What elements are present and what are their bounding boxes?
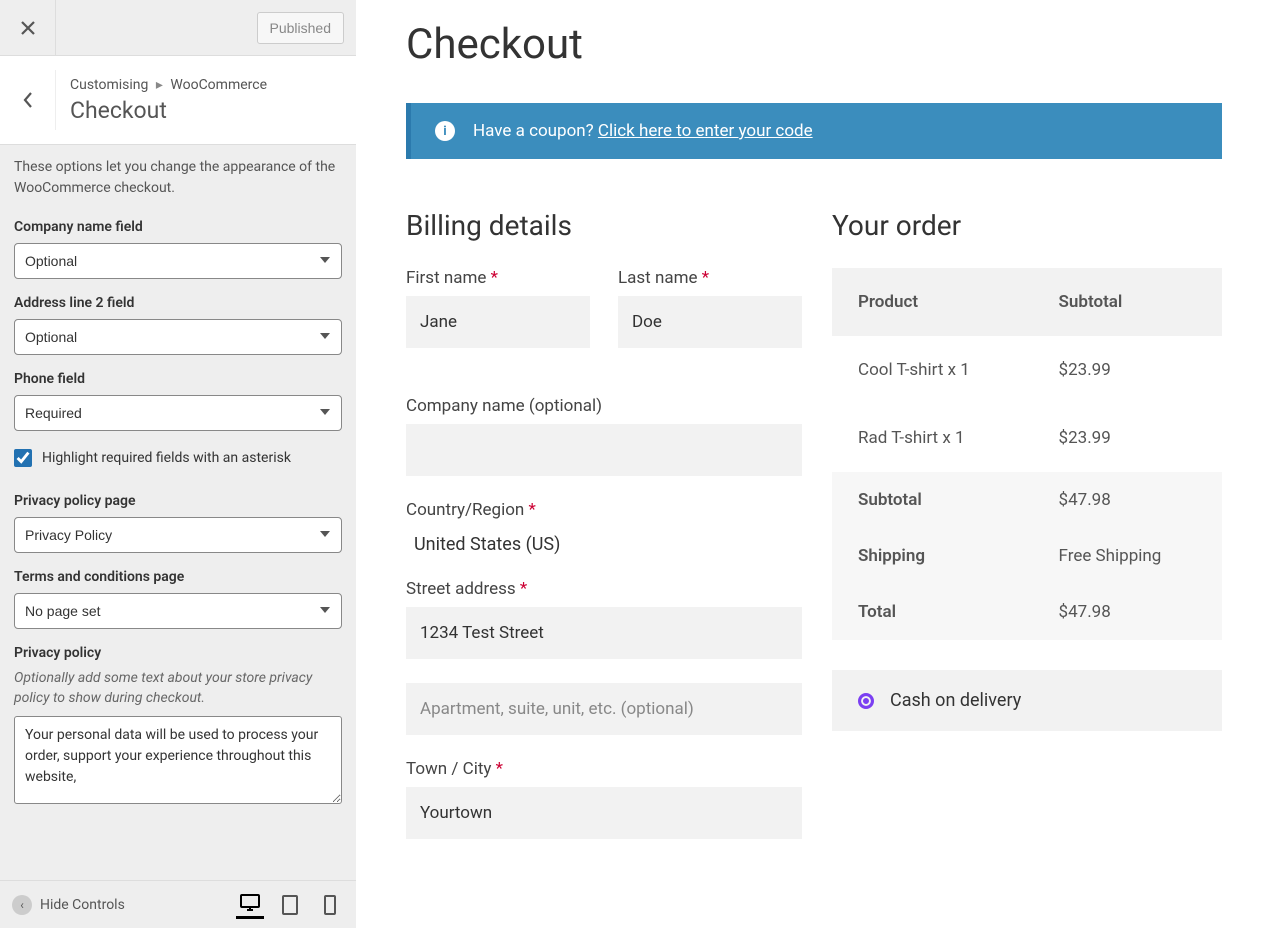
coupon-notice: i Have a coupon? Click here to enter you…	[406, 103, 1222, 159]
first-name-input[interactable]	[406, 296, 590, 348]
breadcrumb-root: Customising	[70, 77, 148, 93]
hide-controls-label: Hide Controls	[40, 897, 125, 913]
customizer-controls[interactable]: These options let you change the appeara…	[0, 145, 356, 880]
customizer-footer: ‹ Hide Controls	[0, 880, 356, 928]
device-tablet-button[interactable]	[276, 891, 304, 919]
customizer-topbar: Published	[0, 0, 356, 56]
device-desktop-button[interactable]	[236, 891, 264, 919]
privacy-page-select[interactable]: Privacy Policy	[14, 517, 342, 553]
privacy-page-label: Privacy policy page	[14, 493, 342, 509]
highlight-required-checkbox[interactable]	[14, 449, 32, 467]
device-preview-toggle	[236, 891, 344, 919]
company-label: Company name (optional)	[406, 396, 802, 416]
subtotal-value: $47.98	[1033, 472, 1222, 528]
terms-page-select[interactable]: No page set	[14, 593, 342, 629]
street2-input[interactable]	[406, 683, 802, 735]
device-mobile-button[interactable]	[316, 891, 344, 919]
order-section: Your order Product Subtotal Cool T-shirt…	[832, 209, 1222, 863]
privacy-policy-note: Optionally add some text about your stor…	[14, 669, 342, 708]
billing-section: Billing details First name * Last name *…	[406, 209, 802, 863]
total-value: $47.98	[1033, 584, 1222, 640]
coupon-link[interactable]: Click here to enter your code	[598, 121, 813, 141]
shipping-label: Shipping	[832, 528, 1033, 584]
privacy-policy-textarea[interactable]: Your personal data will be used to proce…	[14, 716, 342, 804]
back-button[interactable]	[0, 70, 56, 130]
preview-pane: Checkout i Have a coupon? Click here to …	[356, 0, 1272, 928]
company-field-label: Company name field	[14, 219, 342, 235]
order-heading: Your order	[832, 209, 1222, 242]
close-customizer-button[interactable]	[0, 0, 56, 56]
city-label: Town / City *	[406, 759, 802, 779]
order-item-row: Rad T-shirt x 1 $23.99	[832, 404, 1222, 472]
radio-selected-icon	[858, 693, 874, 709]
breadcrumb: Customising ▸ WooCommerce	[70, 77, 340, 93]
tablet-icon	[282, 895, 298, 915]
address2-field-label: Address line 2 field	[14, 295, 342, 311]
order-table: Product Subtotal Cool T-shirt x 1 $23.99…	[832, 268, 1222, 640]
th-product: Product	[832, 268, 1033, 336]
desktop-icon	[240, 894, 260, 912]
country-value[interactable]: United States (US)	[406, 528, 802, 555]
shipping-value: Free Shipping	[1033, 528, 1222, 584]
order-item-price: $23.99	[1033, 336, 1222, 404]
city-input[interactable]	[406, 787, 802, 839]
phone-field-select[interactable]: Required	[14, 395, 342, 431]
page-title: Checkout	[406, 20, 1222, 69]
breadcrumb-section: WooCommerce	[170, 77, 267, 93]
billing-heading: Billing details	[406, 209, 802, 242]
company-field-select[interactable]: Optional	[14, 243, 342, 279]
publish-button[interactable]: Published	[257, 12, 345, 44]
order-item-name: Rad T-shirt x 1	[832, 404, 1033, 472]
breadcrumb-separator-icon: ▸	[156, 77, 163, 93]
breadcrumb-current: Checkout	[70, 97, 340, 124]
terms-page-label: Terms and conditions page	[14, 569, 342, 585]
payment-method-row[interactable]: Cash on delivery	[832, 670, 1222, 731]
privacy-policy-label: Privacy policy	[14, 645, 342, 661]
customizer-header: Customising ▸ WooCommerce Checkout	[0, 56, 356, 145]
customizer-sidebar: Published Customising ▸ WooCommerce Chec…	[0, 0, 356, 928]
street-input[interactable]	[406, 607, 802, 659]
info-icon: i	[435, 121, 455, 141]
close-icon	[20, 20, 36, 36]
coupon-text: Have a coupon?	[473, 121, 594, 141]
collapse-icon: ‹	[12, 895, 32, 915]
country-label: Country/Region *	[406, 500, 802, 520]
first-name-label: First name *	[406, 268, 590, 288]
total-label: Total	[832, 584, 1033, 640]
company-input[interactable]	[406, 424, 802, 476]
subtotal-label: Subtotal	[832, 472, 1033, 528]
intro-text: These options let you change the appeara…	[14, 157, 342, 199]
phone-field-label: Phone field	[14, 371, 342, 387]
street-label: Street address *	[406, 579, 802, 599]
chevron-left-icon	[22, 91, 34, 109]
highlight-required-label: Highlight required fields with an asteri…	[42, 450, 291, 466]
last-name-label: Last name *	[618, 268, 802, 288]
order-item-row: Cool T-shirt x 1 $23.99	[832, 336, 1222, 404]
order-item-price: $23.99	[1033, 404, 1222, 472]
address2-field-select[interactable]: Optional	[14, 319, 342, 355]
payment-method-label: Cash on delivery	[890, 690, 1021, 711]
order-item-name: Cool T-shirt x 1	[832, 336, 1033, 404]
th-subtotal: Subtotal	[1033, 268, 1222, 336]
hide-controls-button[interactable]: ‹ Hide Controls	[12, 895, 125, 915]
last-name-input[interactable]	[618, 296, 802, 348]
mobile-icon	[324, 895, 336, 915]
